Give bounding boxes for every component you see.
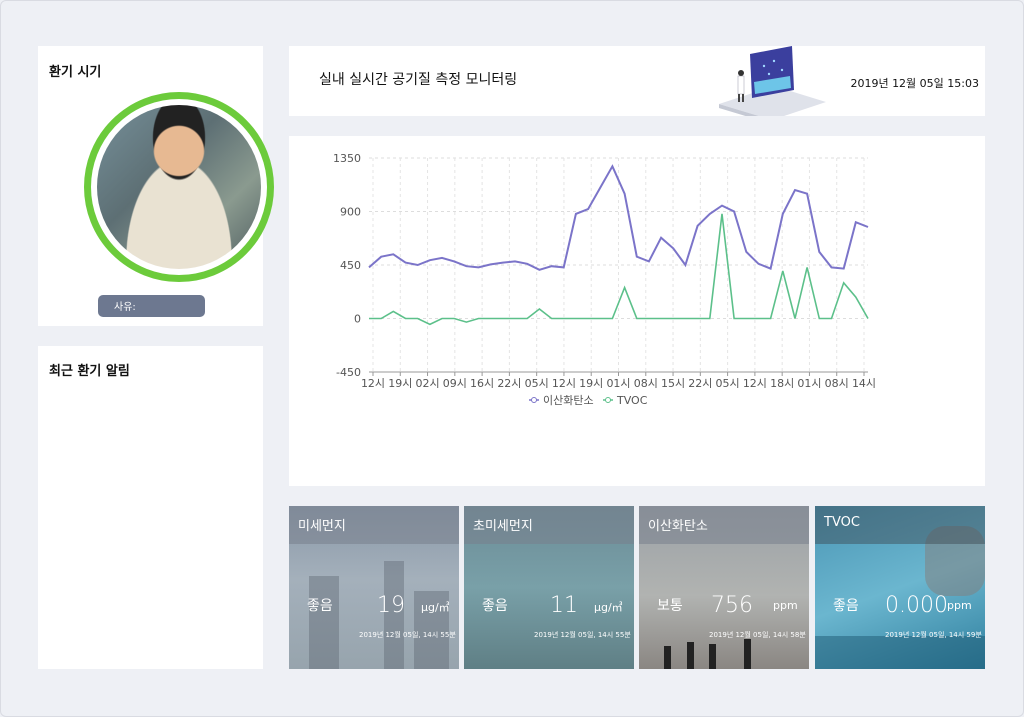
pm10-card-title: 미세먼지: [289, 506, 459, 544]
co2-value: 756: [711, 593, 753, 618]
y-tick-label: 900: [340, 206, 361, 219]
current-datetime: 2019년 12월 05일 15:03: [850, 77, 979, 90]
x-tick-label: 05시: [525, 377, 549, 390]
pm25-value: 11: [550, 593, 578, 618]
legend-marker: [605, 397, 611, 403]
x-tick-label: 01시: [797, 377, 821, 390]
tvoc-status: 좋음: [833, 598, 859, 614]
pm10-unit: μg/㎥: [421, 601, 450, 614]
y-tick-label: 0: [354, 313, 361, 326]
legend-label: TVOC: [616, 394, 648, 407]
y-tick-label: 450: [340, 259, 361, 272]
recent-alerts-panel: 최근 환기 알림: [38, 346, 263, 669]
page-title: 실내 실시간 공기질 측정 모니터링: [319, 72, 518, 88]
ventilation-title: 환기 시기: [49, 65, 102, 80]
y-tick-label: 1350: [333, 152, 361, 165]
pm10-status: 좋음: [307, 598, 333, 614]
ventilation-panel: 환기 시기 사유:: [38, 46, 274, 326]
x-tick-label: 16시: [470, 377, 494, 390]
co2-unit: ppm: [773, 599, 798, 612]
x-tick-label: 01시: [606, 377, 630, 390]
tvoc-unit: ppm: [947, 599, 972, 612]
reason-badge: 사유:: [98, 295, 205, 317]
x-tick-label: 14시: [852, 377, 876, 390]
co2-card: 이산화탄소 보통 756 ppm 2019년 12월 05일, 14시 58분: [639, 506, 809, 669]
x-tick-label: 19시: [388, 377, 412, 390]
x-tick-label: 08시: [634, 377, 658, 390]
tvoc-card: TVOC 좋음 0.000 ppm 2019년 12월 05일, 14시 59분: [815, 506, 985, 669]
x-tick-label: 05시: [716, 377, 740, 390]
recent-alerts-title: 최근 환기 알림: [49, 364, 130, 379]
tvoc-value: 0.000: [885, 593, 948, 618]
tvoc-timestamp: 2019년 12월 05일, 14시 59분: [885, 631, 982, 639]
x-tick-label: 22시: [688, 377, 712, 390]
legend-marker: [531, 397, 537, 403]
co2-card-title: 이산화탄소: [639, 506, 809, 544]
tvoc-card-title: TVOC: [815, 506, 985, 544]
co2-timestamp: 2019년 12월 05일, 14시 58분: [709, 631, 806, 639]
x-tick-label: 12시: [552, 377, 576, 390]
pm25-card-title: 초미세먼지: [464, 506, 634, 544]
header-panel: 실내 실시간 공기질 측정 모니터링 2019년 12월 05일 15:03: [289, 46, 985, 116]
x-tick-label: 19시: [579, 377, 603, 390]
x-tick-label: 22시: [497, 377, 521, 390]
pm25-card: 초미세먼지 좋음 11 μg/㎥ 2019년 12월 05일, 14시 55분: [464, 506, 634, 669]
y-tick-label: -450: [336, 366, 361, 379]
x-tick-label: 09시: [443, 377, 467, 390]
x-tick-label: 12시: [361, 377, 385, 390]
pm10-card: 미세먼지 좋음 19 μg/㎥ 2019년 12월 05일, 14시 55분: [289, 506, 459, 669]
avatar: [84, 92, 274, 282]
x-tick-label: 18시: [770, 377, 794, 390]
air-quality-chart: 13509004500-45012시 19시 02시 09시 16시 22시 05시 12시 1…: [333, 152, 876, 407]
x-tick-label: 12시: [743, 377, 767, 390]
pm10-value: 19: [377, 593, 405, 618]
monitoring-illustration: [719, 46, 826, 116]
pm10-timestamp: 2019년 12월 05일, 14시 55분: [359, 631, 456, 639]
legend-label: 이산화탄소: [543, 394, 594, 407]
pm25-status: 좋음: [482, 598, 508, 614]
avatar-photo: [97, 105, 261, 269]
x-tick-label: 02시: [415, 377, 439, 390]
chart-panel: 1350 900 450 0 -450 12시 19시 02시 09시 16시 22시 05시 12시 1…: [289, 136, 985, 486]
co2-status: 보통: [657, 598, 683, 614]
pm25-timestamp: 2019년 12월 05일, 14시 55분: [534, 631, 631, 639]
pm25-unit: μg/㎥: [594, 601, 623, 614]
x-tick-label: 15시: [661, 377, 685, 390]
x-tick-label: 08시: [825, 377, 849, 390]
